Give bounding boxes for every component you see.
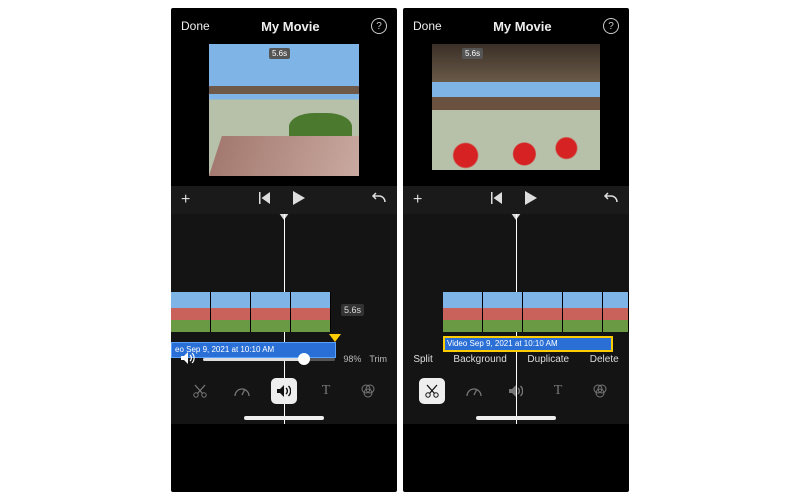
project-title: My Movie [493, 19, 552, 34]
trim-label[interactable]: Trim [369, 354, 387, 364]
volume-slider[interactable] [203, 358, 335, 361]
done-button[interactable]: Done [181, 19, 210, 33]
duration-badge: 5.6s [462, 48, 483, 59]
background-button[interactable]: Background [453, 354, 506, 365]
scissors-icon[interactable] [187, 378, 213, 404]
filters-icon [587, 378, 613, 404]
video-clip[interactable] [443, 292, 629, 332]
undo-icon[interactable] [371, 191, 387, 209]
project-title: My Movie [261, 19, 320, 34]
play-icon[interactable] [525, 191, 537, 210]
add-media-button[interactable]: + [413, 191, 422, 209]
split-button[interactable]: Split [413, 354, 432, 365]
home-indicator[interactable] [244, 416, 324, 420]
speedometer-icon[interactable] [461, 378, 487, 404]
trim-handle-icon[interactable] [329, 334, 341, 342]
undo-icon[interactable] [603, 191, 619, 209]
filters-icon[interactable] [355, 378, 381, 404]
imovie-editor-right: Done My Movie ? 5.6s + [403, 8, 629, 492]
timeline[interactable]: 5.6s eo Sep 9, 2021 at 10:10 AM 98% Trim [171, 214, 397, 424]
toolbar: T [403, 376, 629, 406]
preview-area: 5.6s [171, 44, 397, 186]
clip-actions: Split Background Duplicate Delete [403, 348, 629, 370]
video-clip[interactable] [171, 292, 336, 332]
skip-start-icon[interactable] [257, 191, 271, 209]
clip-duration-chip: 5.6s [341, 304, 364, 316]
add-media-button[interactable]: + [181, 191, 190, 209]
preview-area: 5.6s [403, 44, 629, 186]
text-icon[interactable]: T [313, 378, 339, 404]
duration-badge: 5.6s [269, 48, 290, 59]
volume-row: 98% Trim [171, 348, 397, 370]
help-icon[interactable]: ? [603, 18, 619, 34]
skip-start-icon[interactable] [489, 191, 503, 209]
duplicate-button[interactable]: Duplicate [527, 354, 569, 365]
done-button[interactable]: Done [413, 19, 442, 33]
home-indicator[interactable] [476, 416, 556, 420]
scissors-icon[interactable] [419, 378, 445, 404]
help-icon[interactable]: ? [371, 18, 387, 34]
speedometer-icon[interactable] [229, 378, 255, 404]
audio-icon[interactable] [271, 378, 297, 404]
timeline[interactable]: Video Sep 9, 2021 at 10:10 AM Split Back… [403, 214, 629, 424]
video-preview[interactable]: 5.6s [209, 44, 359, 176]
volume-percent: 98% [343, 354, 361, 364]
transport-row: + [171, 186, 397, 214]
header: Done My Movie ? [171, 8, 397, 44]
play-icon[interactable] [293, 191, 305, 210]
transport-row: + [403, 186, 629, 214]
audio-icon[interactable] [503, 378, 529, 404]
text-icon[interactable]: T [545, 378, 571, 404]
imovie-editor-left: Done My Movie ? 5.6s + [171, 8, 397, 492]
speaker-icon[interactable] [181, 352, 195, 367]
header: Done My Movie ? [403, 8, 629, 44]
toolbar: T [171, 376, 397, 406]
video-preview[interactable]: 5.6s [432, 44, 600, 170]
slider-knob[interactable] [298, 353, 310, 365]
delete-button[interactable]: Delete [590, 354, 619, 365]
